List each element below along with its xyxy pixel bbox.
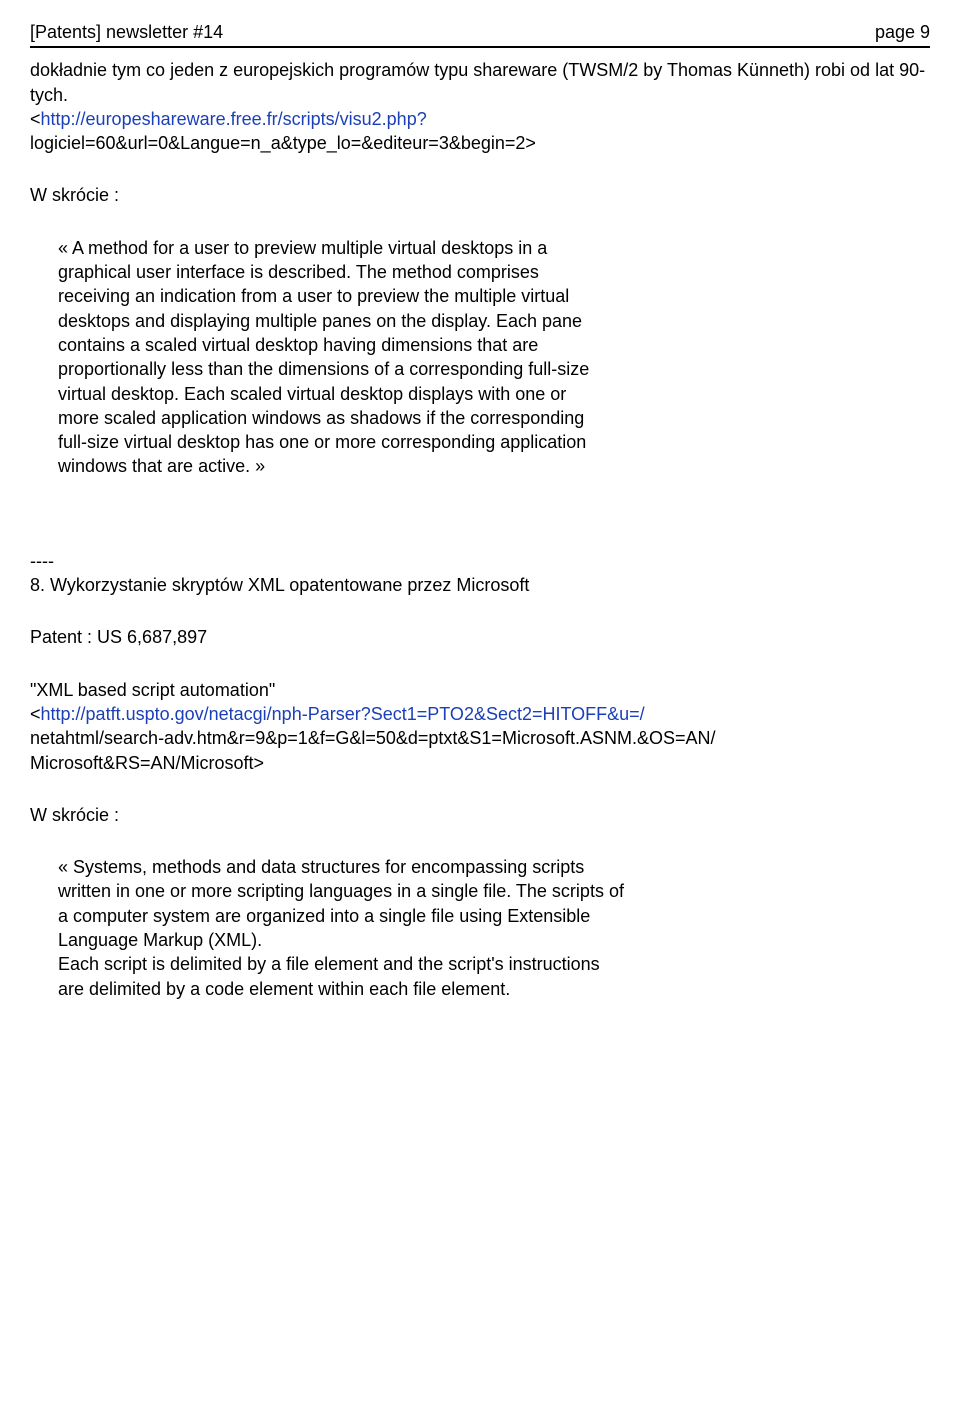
header-title: [Patents] newsletter #14 xyxy=(30,20,223,44)
url-link[interactable]: http://europeshareware.free.fr/scripts/v… xyxy=(41,109,427,129)
intro-paragraph: dokładnie tym co jeden z europejskich pr… xyxy=(30,58,930,155)
dashes: ---- xyxy=(30,549,930,573)
patent-number: Patent : US 6,687,897 xyxy=(30,625,930,649)
page-number: page 9 xyxy=(875,20,930,44)
section-separator: ---- 8. Wykorzystanie skryptów XML opate… xyxy=(30,549,930,598)
intro-text: dokładnie tym co jeden z europejskich pr… xyxy=(30,60,925,104)
summary-label: W skrócie : xyxy=(30,183,930,207)
document-body: dokładnie tym co jeden z europejskich pr… xyxy=(30,58,930,1001)
url-continuation-1: netahtml/search-adv.htm&r=9&p=1&f=G&l=50… xyxy=(30,728,716,748)
uspto-link[interactable]: http://patft.uspto.gov/netacgi/nph-Parse… xyxy=(41,704,645,724)
patent-title: "XML based script automation" xyxy=(30,678,930,702)
summary-label-2: W skrócie : xyxy=(30,803,930,827)
angle-open: < xyxy=(30,109,41,129)
url-query: logiciel=60&url=0&Langue=n_a&type_lo=&ed… xyxy=(30,133,536,153)
quote-2-part-b: Each script is delimited by a file eleme… xyxy=(58,952,630,1001)
quote-2-part-a: « Systems, methods and data structures f… xyxy=(58,855,630,952)
abstract-quote-2: « Systems, methods and data structures f… xyxy=(58,855,630,1001)
angle-open-2: < xyxy=(30,704,41,724)
section-8-title: 8. Wykorzystanie skryptów XML opatentowa… xyxy=(30,573,930,597)
url-continuation-2: Microsoft&RS=AN/Microsoft> xyxy=(30,753,264,773)
page-header: [Patents] newsletter #14 page 9 xyxy=(30,20,930,48)
xml-section: "XML based script automation" <http://pa… xyxy=(30,678,930,775)
abstract-quote-1: « A method for a user to preview multipl… xyxy=(58,236,600,479)
